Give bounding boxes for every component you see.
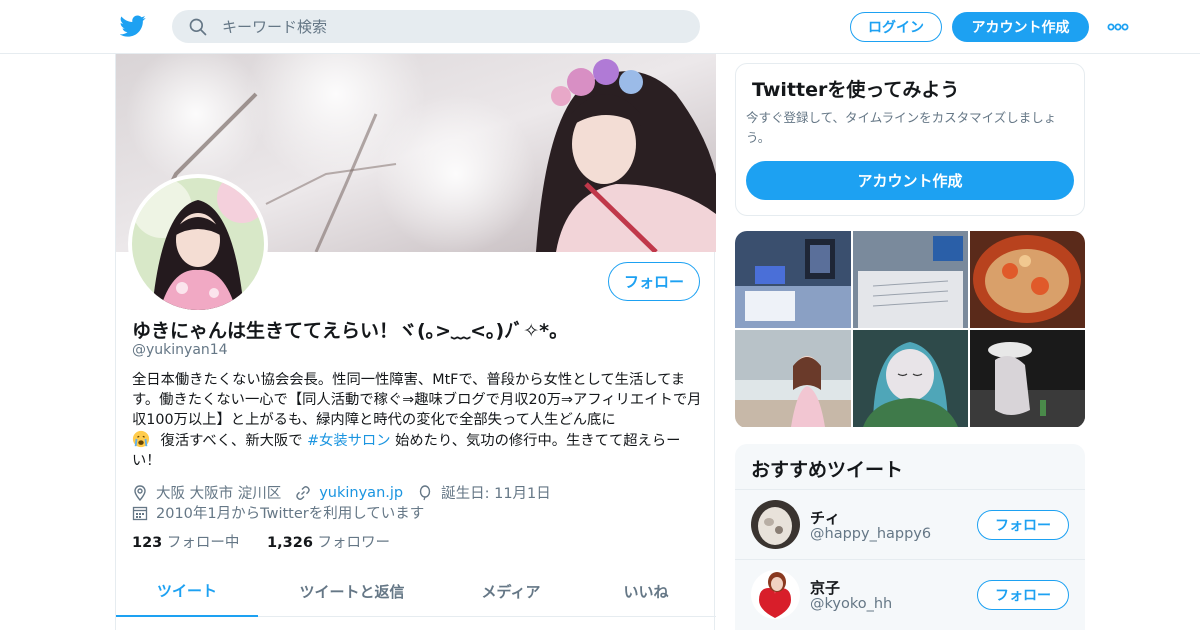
tab-tweets[interactable]: ツイート xyxy=(116,566,258,617)
media-thumbnail[interactable] xyxy=(970,231,1085,328)
profile-website-link[interactable]: yukinyan.jp xyxy=(319,485,403,501)
twitter-bird-logo-icon[interactable] xyxy=(120,13,146,39)
profile-location: 大阪 大阪市 淀川区 xyxy=(156,486,282,502)
profile-bio: 全日本働きたくない協会会長。性同一性障害、MtFで、普段から女性として生活してま… xyxy=(132,370,702,471)
signup-prompt-card: Twitterを使ってみよう 今すぐ登録して、タイムラインをカスタマイズしましょ… xyxy=(735,63,1085,216)
media-thumbnail[interactable] xyxy=(853,330,968,427)
profile-tabs: ツイート ツイートと返信 メディア いいね xyxy=(116,566,716,617)
more-options-icon[interactable] xyxy=(1104,17,1132,37)
profile-birthday: 誕生日: 11月1日 xyxy=(441,486,551,502)
profile-display-name: ゆきにゃんは生きててえらい！ヾ(｡>﹏<｡)ﾉﾞ✧*。 xyxy=(132,320,569,342)
recommended-user-row[interactable]: チィ @happy_happy6 フォロー xyxy=(735,489,1085,559)
location-pin-icon xyxy=(134,484,146,501)
tab-likes[interactable]: いいね xyxy=(576,566,716,617)
follow-counts: 123 フォロー中 1,326 フォロワー xyxy=(132,531,390,552)
login-button[interactable]: ログイン xyxy=(850,12,942,42)
bio-text: 全日本働きたくない協会会長。性同一性障害、MtFで、普段から女性として生活してま… xyxy=(132,372,702,428)
following-label: フォロー中 xyxy=(166,535,240,551)
follow-button[interactable]: フォロー xyxy=(608,262,700,301)
signup-card-button[interactable]: アカウント作成 xyxy=(746,161,1074,200)
calendar-icon xyxy=(132,506,148,520)
recommended-title: おすすめツイート xyxy=(751,459,904,481)
search-input[interactable] xyxy=(222,10,682,43)
recommended-user-handle: @happy_happy6 xyxy=(810,526,932,542)
recommended-user-avatar[interactable] xyxy=(751,500,800,549)
media-thumbnail[interactable] xyxy=(970,330,1085,427)
bio-text-continued: 復活すべく、新大阪で xyxy=(160,433,303,449)
media-thumbnail[interactable] xyxy=(735,330,851,427)
signup-card-title: Twitterを使ってみよう xyxy=(752,79,960,101)
profile-avatar[interactable] xyxy=(128,174,268,314)
recommended-user-row[interactable]: 京子 @kyoko_hh フォロー xyxy=(735,559,1085,629)
follow-button[interactable]: フォロー xyxy=(977,580,1069,610)
signup-button[interactable]: アカウント作成 xyxy=(952,12,1089,42)
profile-column: フォロー ゆきにゃんは生きててえらい！ヾ(｡>﹏<｡)ﾉﾞ✧*。 @yukiny… xyxy=(115,54,716,630)
following-count: 123 xyxy=(132,535,163,551)
tab-media[interactable]: メディア xyxy=(446,566,576,617)
tab-tweets-and-replies[interactable]: ツイートと返信 xyxy=(258,566,446,617)
profile-handle: @yukinyan14 xyxy=(132,342,228,358)
recommended-user-name[interactable]: 京子 xyxy=(810,577,840,598)
signup-card-text: 今すぐ登録して、タイムラインをカスタマイズしましょう。 xyxy=(746,110,1057,145)
profile-joined-row: 2010年1月からTwitterを利用しています xyxy=(132,502,424,523)
follow-button[interactable]: フォロー xyxy=(977,510,1069,540)
link-icon xyxy=(296,485,310,500)
media-thumbnail[interactable] xyxy=(853,231,968,328)
search-icon xyxy=(189,18,207,36)
top-navigation-bar: ログイン アカウント作成 xyxy=(0,0,1200,54)
recommended-user-handle: @kyoko_hh xyxy=(810,596,893,612)
balloon-icon xyxy=(419,484,431,500)
crying-face-emoji-icon xyxy=(132,430,150,448)
recommended-user-avatar[interactable] xyxy=(751,570,800,619)
bio-hashtag-link[interactable]: #女装サロン xyxy=(307,433,390,449)
recommended-user-name[interactable]: チィ xyxy=(810,507,840,528)
profile-joined-date: 2010年1月からTwitterを利用しています xyxy=(156,506,425,522)
media-gallery xyxy=(735,231,1085,428)
followers-stat[interactable]: 1,326 フォロワー xyxy=(267,535,390,551)
profile-meta-row: 大阪 大阪市 淀川区 yukinyan.jp 誕生日: 11月1日 xyxy=(132,482,565,503)
followers-count: 1,326 xyxy=(267,535,313,551)
followers-label: フォロワー xyxy=(317,535,391,551)
recommended-tweets-panel: おすすめツイート チィ @happy_happy6 フォロー 京子 @kyoko… xyxy=(735,444,1085,630)
search-box xyxy=(172,10,700,43)
following-stat[interactable]: 123 フォロー中 xyxy=(132,535,239,551)
media-thumbnail[interactable] xyxy=(735,231,851,328)
